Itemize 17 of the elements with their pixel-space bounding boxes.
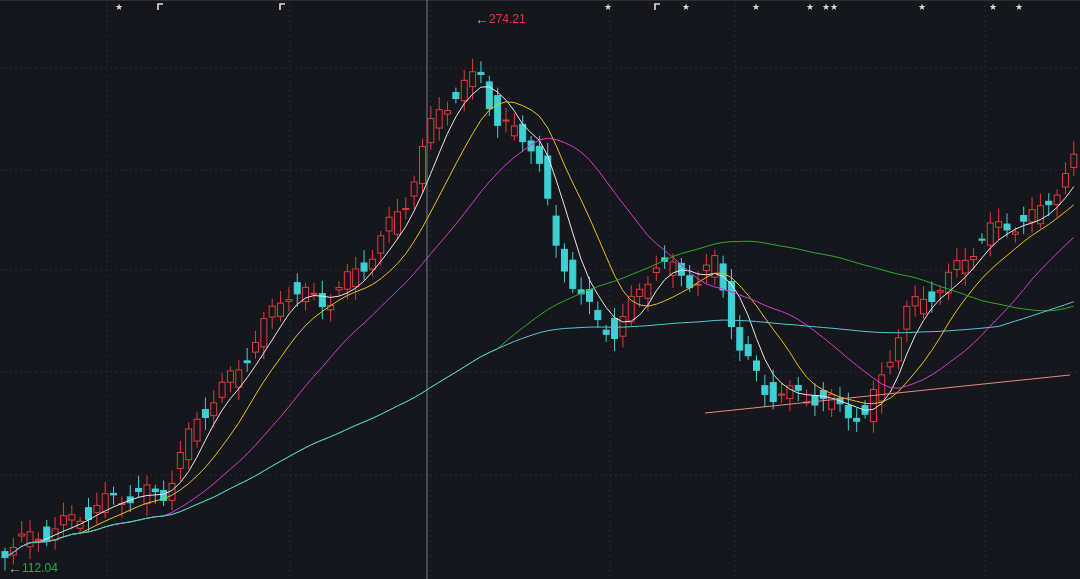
star-icon[interactable]: ★ [830,1,838,13]
star-icon[interactable]: ★ [682,1,690,13]
price-label: 112.04 [22,561,58,575]
star-icon[interactable]: ★ [822,1,830,13]
star-icon[interactable]: ★ [752,1,760,13]
star-icon[interactable]: ★ [989,1,997,13]
flag-icon[interactable] [654,3,661,11]
flag-icon[interactable] [157,3,164,11]
star-icon[interactable]: ★ [806,1,814,13]
star-icon[interactable]: ★ [115,1,123,13]
arrow-icon: ← [475,12,489,26]
arrow-icon: ← [8,561,22,575]
star-icon[interactable]: ★ [1015,1,1023,13]
price-label: 274.21 [489,12,526,26]
flag-icon[interactable] [279,3,286,11]
star-icon[interactable]: ★ [918,1,926,13]
star-icon[interactable]: ★ [604,1,612,13]
